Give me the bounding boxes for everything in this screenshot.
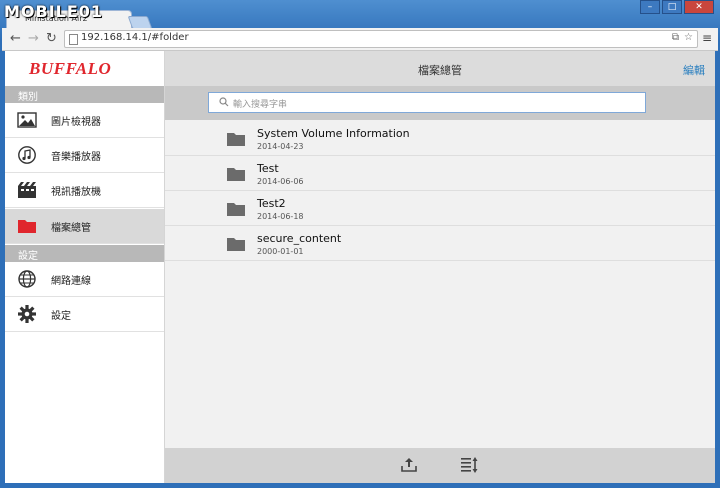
- search-icon: [219, 97, 229, 107]
- search-bar: 輸入搜尋字串: [165, 86, 715, 120]
- edit-button[interactable]: 編輯: [683, 62, 705, 78]
- section-header-settings: 設定: [5, 245, 164, 262]
- url-text: 192.168.14.1/#folder: [81, 32, 189, 43]
- hamburger-icon[interactable]: ≡: [702, 31, 712, 45]
- film-icon: [18, 182, 36, 198]
- image-icon: [17, 112, 37, 128]
- back-arrow-icon[interactable]: ←: [10, 32, 21, 45]
- translate-icon[interactable]: ⧉: [672, 32, 679, 43]
- section-header-category: 類別: [5, 86, 164, 103]
- folder-icon: [227, 203, 245, 216]
- sidebar-item-label: 設定: [51, 311, 71, 322]
- folder-icon: [18, 220, 36, 233]
- folder-icon: [227, 133, 245, 146]
- browser-window: MOBILE01 Ministation Air2 – □ ✕ ← → ↻ 19…: [0, 0, 720, 488]
- file-date: 2014-06-18: [257, 212, 304, 221]
- page-icon: [69, 34, 78, 45]
- sidebar-item-label: 視訊播放機: [51, 187, 101, 198]
- file-name: System Volume Information: [257, 127, 410, 140]
- browser-toolbar: ← → ↻ 192.168.14.1/#folder ⧉ ☆ ≡: [2, 28, 718, 51]
- search-input[interactable]: 輸入搜尋字串: [208, 92, 646, 113]
- sidebar-item-label: 網路連線: [51, 276, 91, 287]
- sidebar-item-label: 音樂播放器: [51, 152, 101, 163]
- file-name: Test2: [257, 197, 286, 210]
- window-controls: – □ ✕: [640, 0, 714, 14]
- sidebar: BUFFALO 類別 圖片檢視器 音樂播放器 視訊播放機 檔案總管 設定 網路連…: [5, 51, 165, 483]
- main-panel: 檔案總管 編輯 輸入搜尋字串 System Volume Information: [165, 51, 715, 483]
- file-date: 2014-06-06: [257, 177, 304, 186]
- watermark-logo: MOBILE01: [4, 2, 104, 21]
- reload-icon[interactable]: ↻: [46, 32, 57, 45]
- close-button[interactable]: ✕: [684, 0, 714, 14]
- upload-icon[interactable]: [401, 456, 417, 472]
- sort-icon[interactable]: [460, 456, 480, 474]
- sidebar-item-settings[interactable]: 設定: [5, 297, 164, 332]
- globe-icon: [18, 270, 36, 288]
- file-name: Test: [257, 162, 279, 175]
- file-row[interactable]: Test2 2014-06-18: [165, 191, 715, 226]
- maximize-button[interactable]: □: [662, 0, 682, 14]
- main-header: 檔案總管 編輯: [165, 51, 715, 86]
- sidebar-item-video-player[interactable]: 視訊播放機: [5, 173, 164, 208]
- file-row[interactable]: secure_content 2000-01-01: [165, 226, 715, 261]
- bookmark-star-icon[interactable]: ☆: [684, 32, 693, 43]
- file-name: secure_content: [257, 232, 342, 245]
- folder-icon: [227, 238, 245, 251]
- file-row[interactable]: Test 2014-06-06: [165, 156, 715, 191]
- sidebar-item-music-player[interactable]: 音樂播放器: [5, 138, 164, 173]
- sidebar-item-image-viewer[interactable]: 圖片檢視器: [5, 103, 164, 138]
- search-placeholder: 輸入搜尋字串: [233, 100, 288, 110]
- forward-arrow-icon[interactable]: →: [28, 32, 39, 45]
- sidebar-item-label: 檔案總管: [51, 223, 91, 234]
- minimize-button[interactable]: –: [640, 0, 660, 14]
- sidebar-item-file-manager[interactable]: 檔案總管: [5, 209, 164, 244]
- buffalo-logo: BUFFALO: [29, 59, 112, 78]
- file-date: 2000-01-01: [257, 247, 304, 256]
- bottom-toolbar: [165, 448, 715, 483]
- sidebar-item-network[interactable]: 網路連線: [5, 262, 164, 297]
- file-row[interactable]: System Volume Information 2014-04-23: [165, 121, 715, 156]
- file-date: 2014-04-23: [257, 142, 304, 151]
- folder-icon: [227, 168, 245, 181]
- address-bar[interactable]: 192.168.14.1/#folder ⧉ ☆: [64, 30, 698, 48]
- page-title: 檔案總管: [418, 64, 462, 77]
- gear-icon: [18, 305, 36, 323]
- sidebar-item-label: 圖片檢視器: [51, 117, 101, 128]
- music-icon: [18, 146, 36, 164]
- app-container: BUFFALO 類別 圖片檢視器 音樂播放器 視訊播放機 檔案總管 設定 網路連…: [5, 51, 715, 483]
